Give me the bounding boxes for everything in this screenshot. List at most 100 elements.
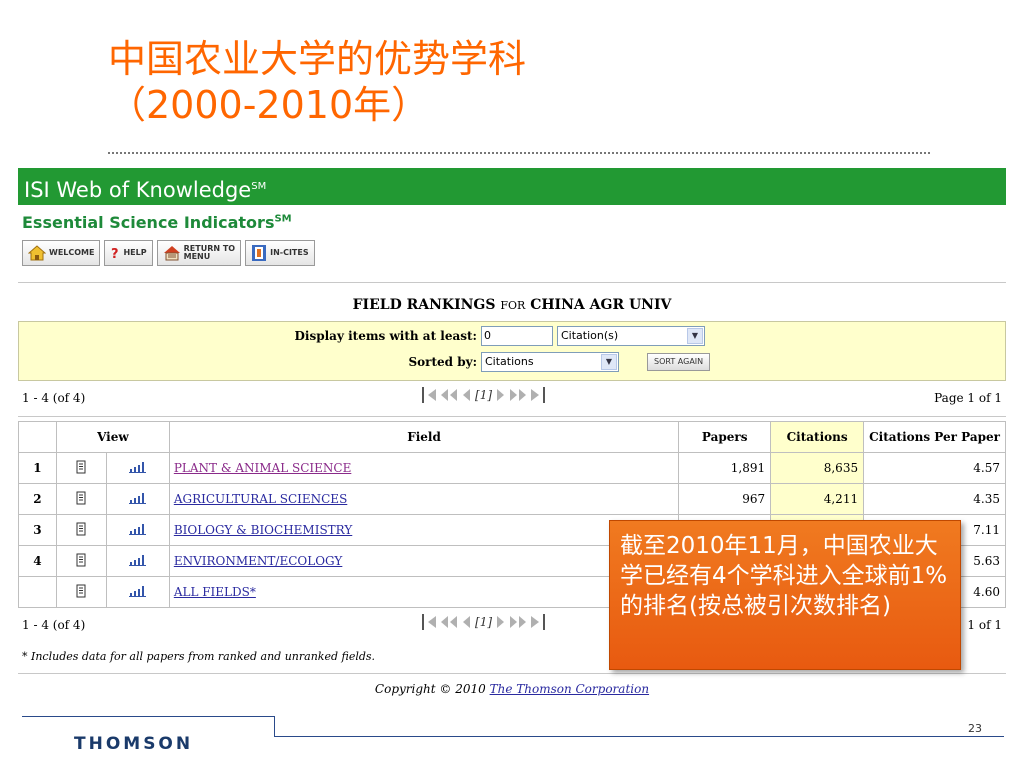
prev-fast-icon[interactable] [440,615,458,629]
prev-fast-icon[interactable] [440,388,458,402]
prev-page-icon[interactable] [461,388,471,402]
view-chart-cell [105,452,170,484]
filter-panel: Display items with at least: 0 Citation(… [18,321,1006,381]
sort-select-value: Citations [485,355,534,368]
field-link[interactable]: ENVIRONMENT/ECOLOGY [174,554,343,568]
last-page-icon[interactable] [543,614,546,630]
papers-header[interactable]: Papers [678,421,772,453]
current-page-number: [1] [475,388,493,402]
next-fast-icon[interactable] [509,388,527,402]
papers-cell: 1,891 [678,452,772,484]
last-page-arrow-icon[interactable] [530,388,540,402]
papers-cell: 967 [678,483,772,515]
field-link[interactable]: ALL FIELDS* [174,585,256,599]
view-record-cell [55,514,107,546]
bottom-page-info: 1 of 1 [967,618,1002,632]
prev-page-icon[interactable] [461,615,471,629]
unit-select[interactable]: Citation(s) ▼ [557,326,705,346]
rank-cell: 1 [18,452,57,484]
heading-for: FOR [500,299,526,312]
slide-title-line1: 中国农业大学的优势学科 [108,37,527,81]
thomson-logo: THOMSON [74,734,194,754]
sort-select[interactable]: Citations ▼ [481,352,619,372]
help-label: HELP [123,248,147,257]
slide-title-line2: （2000-2010年） [108,83,430,127]
rank-cell: 3 [18,514,57,546]
welcome-label: WELCOME [49,248,95,257]
chevron-down-icon: ▼ [601,354,617,370]
slide-title: 中国农业大学的优势学科 （2000-2010年） [108,36,526,128]
next-fast-icon[interactable] [509,615,527,629]
footer-line [22,716,274,717]
result-range: 1 - 4 (of 4) [22,391,86,405]
unit-select-value: Citation(s) [561,329,619,342]
view-record-cell [55,452,107,484]
view-chart-cell [105,545,170,577]
sorted-by-label: Sorted by: [408,355,477,369]
document-icon[interactable] [76,553,86,567]
first-page-icon[interactable] [422,387,424,403]
footer-line-long [274,736,1004,737]
pager-controls: [1] [422,387,546,403]
field-link[interactable]: PLANT & ANIMAL SCIENCE [174,461,352,475]
footer-divider [18,673,1006,674]
field-cell: BIOLOGY & BIOCHEMISTRY [168,514,680,546]
field-link[interactable]: BIOLOGY & BIOCHEMISTRY [174,523,352,537]
help-button[interactable]: ? HELP [104,240,153,266]
welcome-button[interactable]: WELCOME [22,240,101,266]
rank-cell: 4 [18,545,57,577]
field-cell: ENVIRONMENT/ECOLOGY [168,545,680,577]
copyright-text: Copyright © 2010 [374,682,486,696]
bar-chart-icon[interactable] [128,461,147,473]
document-icon[interactable] [76,522,86,536]
bottom-current-page-number: [1] [475,615,493,629]
return-to-menu-label: RETURN TO MENU [183,244,236,261]
cpp-header[interactable]: Citations Per Paper [863,421,1006,453]
return-to-menu-button[interactable]: RETURN TO MENU [156,240,242,266]
first-page-icon[interactable] [422,614,424,630]
first-page-arrow-icon[interactable] [427,615,437,629]
bar-chart-icon[interactable] [128,523,147,535]
cpp-cell: 4.57 [863,452,1006,484]
field-link[interactable]: AGRICULTURAL SCIENCES [174,492,347,506]
field-cell: ALL FIELDS* [168,576,680,608]
document-icon[interactable] [76,491,86,505]
table-row: 2 AGRICULTURAL SCIENCES 967 4,211 4.35 [18,483,1006,515]
display-items-label: Display items with at least: [294,329,478,343]
rank-header [18,421,57,453]
bar-chart-icon[interactable] [128,492,147,504]
footer-line-step [274,716,275,736]
in-cites-button[interactable]: IN-CITES [245,240,315,266]
table-row: 1 PLANT & ANIMAL SCIENCE 1,891 8,635 4.57 [18,452,1006,484]
next-page-icon[interactable] [496,615,506,629]
field-header: Field [168,421,680,453]
document-icon[interactable] [76,584,86,598]
thomson-corporation-link[interactable]: The Thomson Corporation [490,682,649,696]
copyright: Copyright © 2010 The Thomson Corporation [18,682,1006,696]
view-record-cell [55,576,107,608]
view-chart-cell [105,483,170,515]
svg-text:?: ? [111,247,119,260]
isi-header-bar: ISI Web of KnowledgeSM [18,168,1006,205]
annotation-callout: 截至2010年11月，中国农业大学已经有4个学科进入全球前1%的排名(按总被引次… [609,520,961,670]
next-page-icon[interactable] [496,388,506,402]
first-page-arrow-icon[interactable] [427,388,437,402]
view-chart-cell [105,576,170,608]
nav-toolbar: WELCOME ? HELP RETURN TO MENU IN-CITES [22,240,1006,266]
table-header-row: View Field Papers Citations Citations Pe… [18,421,1006,453]
citations-header[interactable]: Citations [770,421,865,453]
sort-again-button[interactable]: SORT AGAIN [647,353,711,371]
in-cites-label: IN-CITES [270,248,309,257]
citations-cell: 4,211 [770,483,865,515]
min-value-input[interactable]: 0 [481,326,553,346]
last-page-arrow-icon[interactable] [530,615,540,629]
bar-chart-icon[interactable] [128,585,147,597]
slide-page-number: 23 [968,722,982,735]
last-page-icon[interactable] [543,387,546,403]
bar-chart-icon[interactable] [128,554,147,566]
rank-cell [18,576,57,608]
cpp-cell: 4.35 [863,483,1006,515]
document-icon[interactable] [76,460,86,474]
view-record-cell [55,483,107,515]
esi-service-mark: SM [274,213,292,225]
